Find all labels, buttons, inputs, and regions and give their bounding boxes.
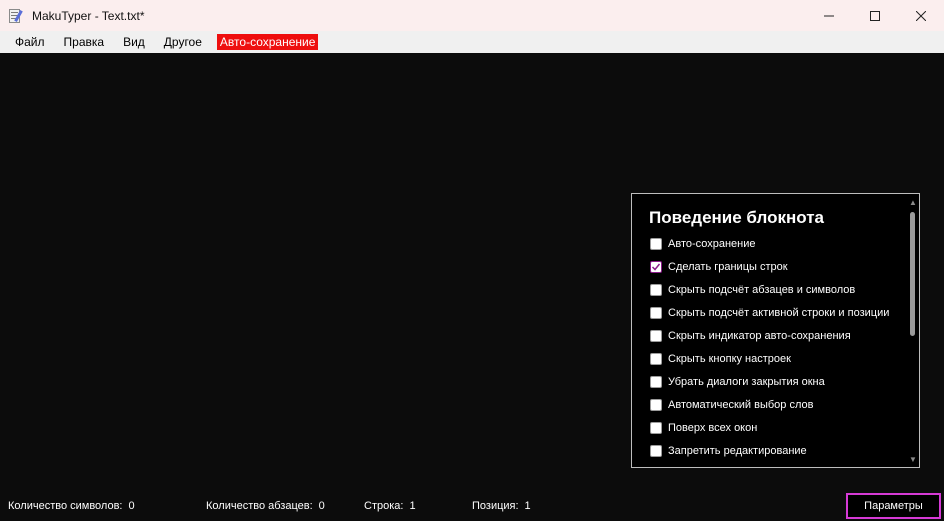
settings-option-label: Убрать диалоги закрытия окна	[668, 376, 825, 388]
settings-option-label: Скрыть кнопку настроек	[668, 353, 791, 365]
settings-option[interactable]: Скрыть подсчёт активной строки и позиции	[650, 305, 889, 321]
checkbox[interactable]	[650, 445, 662, 457]
line-value: 1	[409, 500, 416, 512]
checkbox[interactable]	[650, 238, 662, 250]
scroll-thumb[interactable]	[910, 212, 915, 336]
menu-view[interactable]: Вид	[116, 33, 152, 51]
settings-option[interactable]: Поверх всех окон	[650, 420, 757, 436]
settings-option[interactable]: Скрыть подсчёт абзацев и символов	[650, 282, 855, 298]
minimize-icon	[824, 15, 834, 16]
close-button[interactable]	[898, 0, 944, 31]
settings-option[interactable]: Сделать границы строк	[650, 259, 788, 275]
settings-option[interactable]: Запретить редактирование	[650, 443, 807, 459]
checkbox[interactable]	[650, 284, 662, 296]
settings-panel: Поведение блокнота Авто-сохранение Сделат…	[631, 193, 920, 468]
minimize-button[interactable]	[806, 0, 852, 31]
menu-file[interactable]: Файл	[8, 33, 52, 51]
checkbox[interactable]	[650, 422, 662, 434]
maximize-icon	[870, 10, 880, 21]
paragraph-count: Количество абзацев: 0	[206, 500, 325, 512]
settings-panel-title: Поведение блокнота	[649, 208, 824, 227]
position-value: 1	[524, 500, 531, 512]
char-count-value: 0	[128, 500, 135, 512]
checkbox-checked[interactable]	[650, 261, 662, 273]
position-indicator: Позиция: 1	[472, 500, 531, 512]
settings-option-label: Авто-сохранение	[668, 238, 756, 250]
settings-option-label: Скрыть подсчёт активной строки и позиции	[668, 307, 890, 319]
notepad-icon	[8, 8, 24, 24]
settings-option-label: Сделать границы строк	[668, 261, 788, 273]
settings-option-label: Запретить редактирование	[668, 445, 807, 457]
settings-option[interactable]: Скрыть индикатор авто-сохранения	[650, 328, 851, 344]
menu-bar: Файл Правка Вид Другое Авто-сохранение	[0, 31, 944, 53]
paragraph-count-label: Количество абзацев:	[206, 500, 313, 512]
position-label: Позиция:	[472, 500, 519, 512]
window-controls	[806, 0, 944, 31]
settings-option[interactable]: Убрать диалоги закрытия окна	[650, 374, 825, 390]
line-label: Строка:	[364, 500, 404, 512]
settings-option-label: Автоматический выбор слов	[668, 399, 814, 411]
scroll-up-icon[interactable]: ▲	[909, 199, 917, 207]
char-count-label: Количество символов:	[8, 500, 123, 512]
settings-option[interactable]: Автоматический выбор слов	[650, 397, 813, 413]
checkbox[interactable]	[650, 399, 662, 411]
window-title: MakuTyper - Text.txt*	[32, 8, 145, 23]
settings-option[interactable]: Авто-сохранение	[650, 236, 756, 252]
title-bar: MakuTyper - Text.txt*	[0, 0, 944, 31]
menu-other[interactable]: Другое	[157, 33, 209, 51]
checkbox[interactable]	[650, 353, 662, 365]
settings-option-label: Поверх всех окон	[668, 422, 758, 434]
char-count: Количество символов: 0	[8, 500, 135, 512]
parameters-button[interactable]: Параметры	[846, 493, 941, 519]
settings-scrollbar[interactable]: ▲ ▼	[906, 194, 920, 467]
settings-option-label: Скрыть индикатор авто-сохранения	[668, 330, 851, 342]
checkbox[interactable]	[650, 330, 662, 342]
autosave-indicator: Авто-сохранение	[216, 34, 319, 50]
maximize-button[interactable]	[852, 0, 898, 31]
paragraph-count-value: 0	[318, 500, 325, 512]
scroll-down-icon[interactable]: ▼	[909, 456, 917, 464]
menu-edit[interactable]: Правка	[57, 33, 112, 51]
settings-option[interactable]: Скрыть кнопку настроек	[650, 351, 791, 367]
line-indicator: Строка: 1	[364, 500, 416, 512]
settings-option-label: Скрыть подсчёт абзацев и символов	[668, 284, 856, 296]
status-bar: Количество символов: 0 Количество абзацев…	[0, 490, 944, 521]
close-icon	[916, 10, 926, 21]
checkbox[interactable]	[650, 376, 662, 388]
checkbox[interactable]	[650, 307, 662, 319]
